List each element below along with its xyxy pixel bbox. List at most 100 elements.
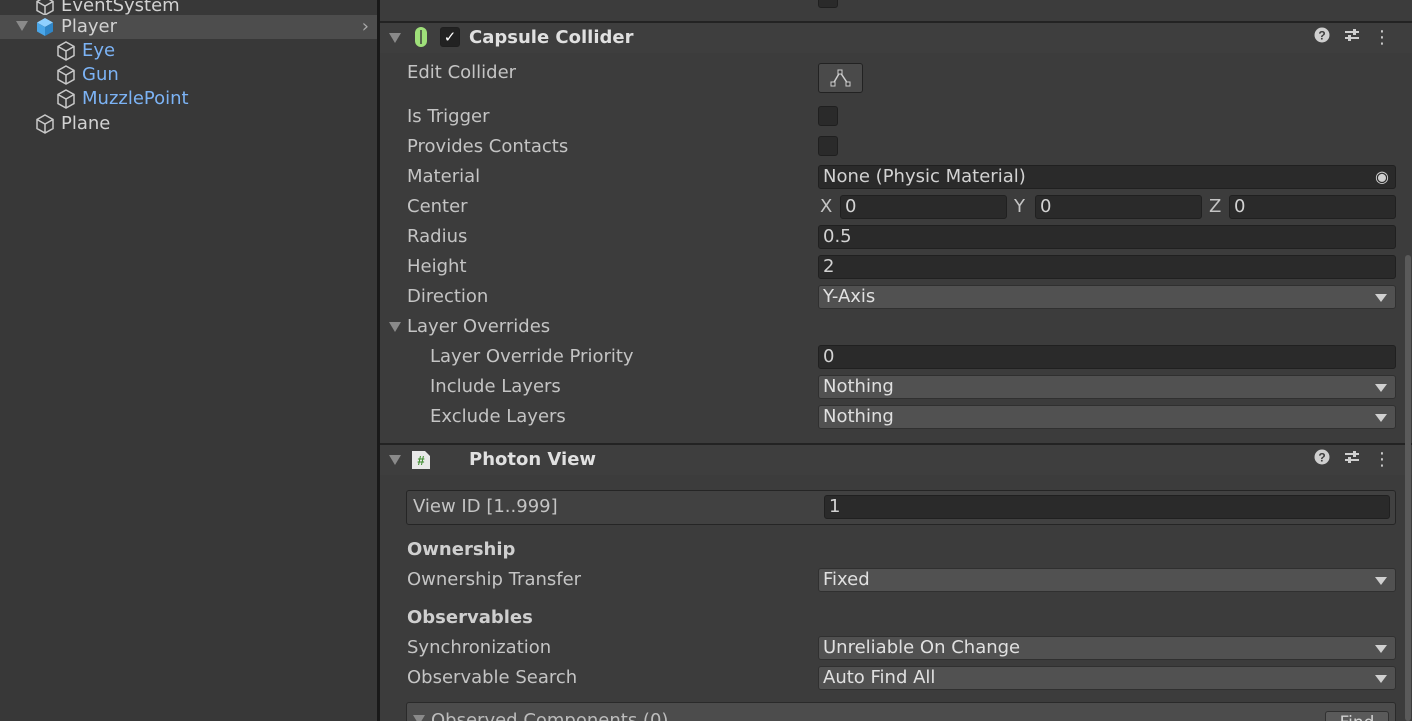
exclude-layers-dropdown[interactable]: Nothing <box>818 405 1396 429</box>
ownership-transfer-label: Ownership Transfer <box>407 569 582 590</box>
layer-overrides-fold-icon[interactable] <box>389 322 401 332</box>
hierarchy-item-eye[interactable]: Eye <box>0 39 377 63</box>
observable-search-label: Observable Search <box>407 667 578 688</box>
hierarchy-item-player[interactable]: Player › <box>0 15 377 39</box>
chevron-right-icon[interactable]: › <box>362 17 369 37</box>
view-id-label: View ID [1..999] <box>413 496 558 517</box>
material-object-field[interactable]: None (Physic Material) ◉ <box>818 165 1396 189</box>
capsule-collider-header[interactable]: ✓ Capsule Collider ? ⋮ <box>380 23 1412 53</box>
is-trigger-label: Is Trigger <box>407 106 490 127</box>
edit-collider-label: Edit Collider <box>407 62 517 83</box>
dropdown-arrow-icon <box>1375 294 1387 302</box>
svg-text:?: ? <box>1318 29 1325 43</box>
provides-contacts-label: Provides Contacts <box>407 136 569 157</box>
layer-override-priority-field[interactable]: 0 <box>818 345 1396 369</box>
radius-label: Radius <box>407 226 468 247</box>
layer-override-priority-label: Layer Override Priority <box>430 346 634 367</box>
fold-arrow-icon[interactable] <box>389 455 401 465</box>
ownership-transfer-value: Fixed <box>823 569 870 590</box>
center-y-field[interactable]: 0 <box>1035 195 1202 219</box>
gameobject-icon <box>57 65 75 85</box>
find-button-label: Find <box>1340 713 1375 721</box>
prefab-icon <box>37 18 53 36</box>
hierarchy-item-muzzlepoint[interactable]: MuzzlePoint <box>0 87 377 111</box>
include-layers-value: Nothing <box>823 376 894 397</box>
view-id-field[interactable]: 1 <box>824 495 1390 519</box>
height-value: 2 <box>823 256 835 277</box>
previous-component-checkbox[interactable] <box>818 0 838 8</box>
help-icon[interactable]: ? <box>1311 449 1333 471</box>
expand-arrow-icon[interactable] <box>16 21 28 31</box>
presets-icon[interactable] <box>1341 27 1363 49</box>
radius-field[interactable]: 0.5 <box>818 225 1396 249</box>
direction-value: Y-Axis <box>823 286 876 307</box>
observable-search-dropdown[interactable]: Auto Find All <box>818 666 1396 690</box>
ownership-heading: Ownership <box>407 539 516 560</box>
height-label: Height <box>407 256 467 277</box>
synchronization-value: Unreliable On Change <box>823 637 1021 658</box>
gameobject-icon <box>36 114 54 134</box>
inspector-scrollbar[interactable] <box>1405 255 1411 721</box>
component-title: Photon View <box>469 449 597 470</box>
hierarchy-panel: EventSystem Player › Eye Gun MuzzlePoint <box>0 0 377 721</box>
hierarchy-item-label: Player <box>61 16 118 37</box>
script-icon: # <box>412 451 430 469</box>
direction-label: Direction <box>407 286 489 307</box>
provides-contacts-checkbox[interactable] <box>818 136 838 156</box>
object-picker-icon[interactable]: ◉ <box>1373 168 1391 186</box>
height-field[interactable]: 2 <box>818 255 1396 279</box>
find-button[interactable]: Find <box>1325 711 1389 721</box>
svg-text:#: # <box>417 453 425 468</box>
center-x-label: X <box>820 196 833 217</box>
presets-icon[interactable] <box>1341 449 1363 471</box>
view-id-value: 1 <box>829 496 841 517</box>
gameobject-icon <box>57 41 75 61</box>
center-y-value: 0 <box>1040 196 1052 217</box>
material-value: None (Physic Material) <box>823 166 1026 187</box>
capsule-collider-enabled-checkbox[interactable]: ✓ <box>440 27 460 47</box>
include-layers-dropdown[interactable]: Nothing <box>818 375 1396 399</box>
center-z-field[interactable]: 0 <box>1229 195 1396 219</box>
direction-dropdown[interactable]: Y-Axis <box>818 285 1396 309</box>
material-label: Material <box>407 166 481 187</box>
capsule-collider-icon <box>415 27 427 47</box>
synchronization-label: Synchronization <box>407 637 552 658</box>
dropdown-arrow-icon <box>1375 675 1387 683</box>
dropdown-arrow-icon <box>1375 645 1387 653</box>
context-menu-icon[interactable]: ⋮ <box>1371 27 1393 49</box>
inspector-panel: ✓ Capsule Collider ? ⋮ Edit Collider Is … <box>380 0 1412 721</box>
hierarchy-item-label: Gun <box>82 64 119 85</box>
center-label: Center <box>407 196 468 217</box>
ownership-transfer-dropdown[interactable]: Fixed <box>818 568 1396 592</box>
layer-override-priority-value: 0 <box>823 346 835 367</box>
view-id-box: View ID [1..999] 1 <box>406 490 1396 525</box>
layer-overrides-label[interactable]: Layer Overrides <box>407 315 550 339</box>
radius-value: 0.5 <box>823 226 852 247</box>
is-trigger-checkbox[interactable] <box>818 106 838 126</box>
observed-components-header[interactable]: Observed Components (0) Find <box>406 702 1396 721</box>
photon-view-header[interactable]: # Photon View ? ⋮ <box>380 445 1412 475</box>
edit-collider-button[interactable] <box>818 63 863 93</box>
center-x-value: 0 <box>845 196 857 217</box>
synchronization-dropdown[interactable]: Unreliable On Change <box>818 636 1396 660</box>
center-x-field[interactable]: 0 <box>840 195 1007 219</box>
gameobject-icon <box>57 89 75 109</box>
hierarchy-item-label: Eye <box>82 40 116 61</box>
center-y-label: Y <box>1014 196 1025 217</box>
hierarchy-item-gun[interactable]: Gun <box>0 63 377 87</box>
exclude-layers-value: Nothing <box>823 406 894 427</box>
fold-arrow-icon[interactable] <box>413 715 425 721</box>
context-menu-icon[interactable]: ⋮ <box>1371 449 1393 471</box>
observed-components-label: Observed Components (0) <box>431 710 669 721</box>
fold-arrow-icon[interactable] <box>389 33 401 43</box>
hierarchy-item-label: Plane <box>61 113 111 134</box>
help-icon[interactable]: ? <box>1311 27 1333 49</box>
component-title: Capsule Collider <box>469 27 634 48</box>
edit-collider-icon <box>830 69 851 87</box>
include-layers-label: Include Layers <box>430 376 561 397</box>
center-z-label: Z <box>1209 196 1222 217</box>
dropdown-arrow-icon <box>1375 577 1387 585</box>
hierarchy-item-plane[interactable]: Plane <box>0 112 377 136</box>
center-z-value: 0 <box>1234 196 1246 217</box>
observable-search-value: Auto Find All <box>823 667 936 688</box>
